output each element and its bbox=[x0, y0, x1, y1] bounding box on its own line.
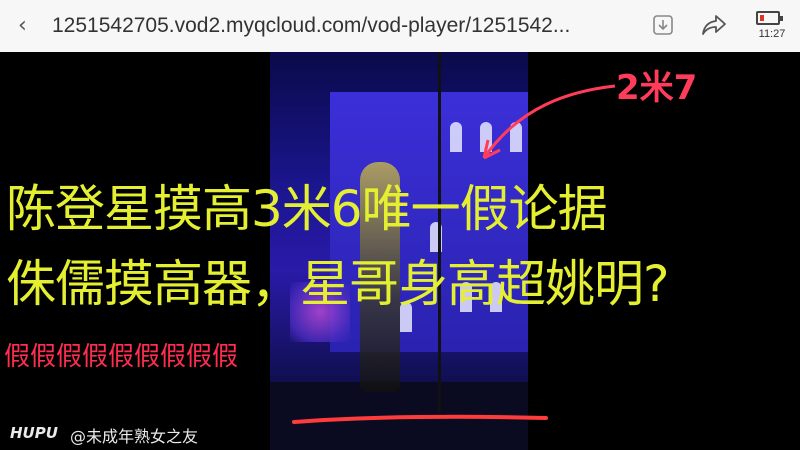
fake-caption: 假假假假假假假假假 bbox=[4, 342, 239, 372]
caption-line-2: 侏儒摸高器，星哥身高超姚明? bbox=[6, 255, 670, 313]
battery-level bbox=[760, 15, 764, 21]
clock: 11:27 bbox=[758, 28, 786, 40]
watermark-author: @未成年熟女之友 bbox=[70, 427, 199, 446]
url-bar[interactable]: 1251542705.vod2.myqcloud.com/vod-player/… bbox=[52, 13, 627, 39]
back-icon[interactable]: ‹ bbox=[18, 13, 40, 39]
underline-annotation bbox=[292, 414, 548, 424]
battery-icon bbox=[756, 11, 783, 25]
hupu-logo: HUPU bbox=[10, 424, 58, 442]
browser-toolbar: ‹ 1251542705.vod2.myqcloud.com/vod-playe… bbox=[0, 0, 800, 52]
share-icon[interactable] bbox=[701, 13, 727, 37]
video-player[interactable]: 2米7 陈登星摸高3米6唯一假论据 侏儒摸高器，星哥身高超姚明? 假假假假假假假… bbox=[0, 52, 800, 450]
height-annotation: 2米7 bbox=[616, 68, 698, 108]
arrow-annotation bbox=[482, 84, 616, 160]
download-icon[interactable] bbox=[652, 14, 674, 36]
caption-line-1: 陈登星摸高3米6唯一假论据 bbox=[6, 180, 608, 238]
status-indicators: 11:27 bbox=[752, 8, 792, 44]
